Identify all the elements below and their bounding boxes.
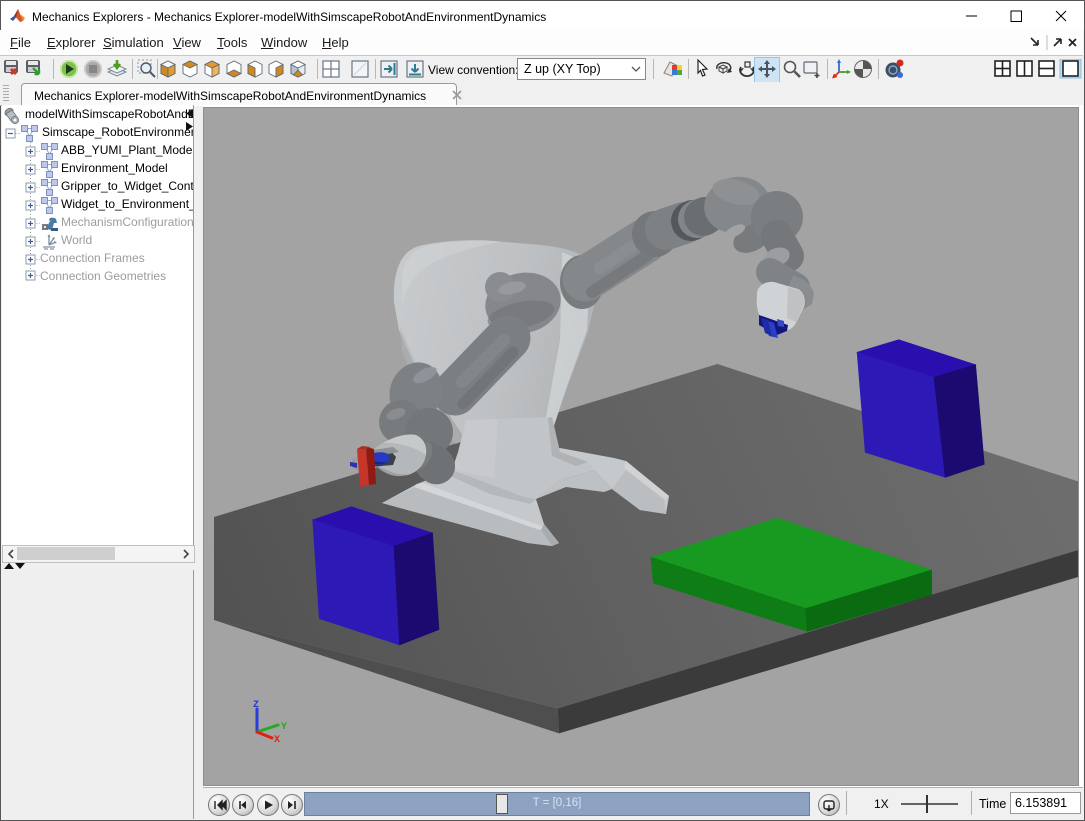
svg-text:X: X	[274, 735, 280, 746]
svg-text:Z: Z	[253, 700, 259, 711]
svg-text:Y: Y	[281, 722, 287, 733]
